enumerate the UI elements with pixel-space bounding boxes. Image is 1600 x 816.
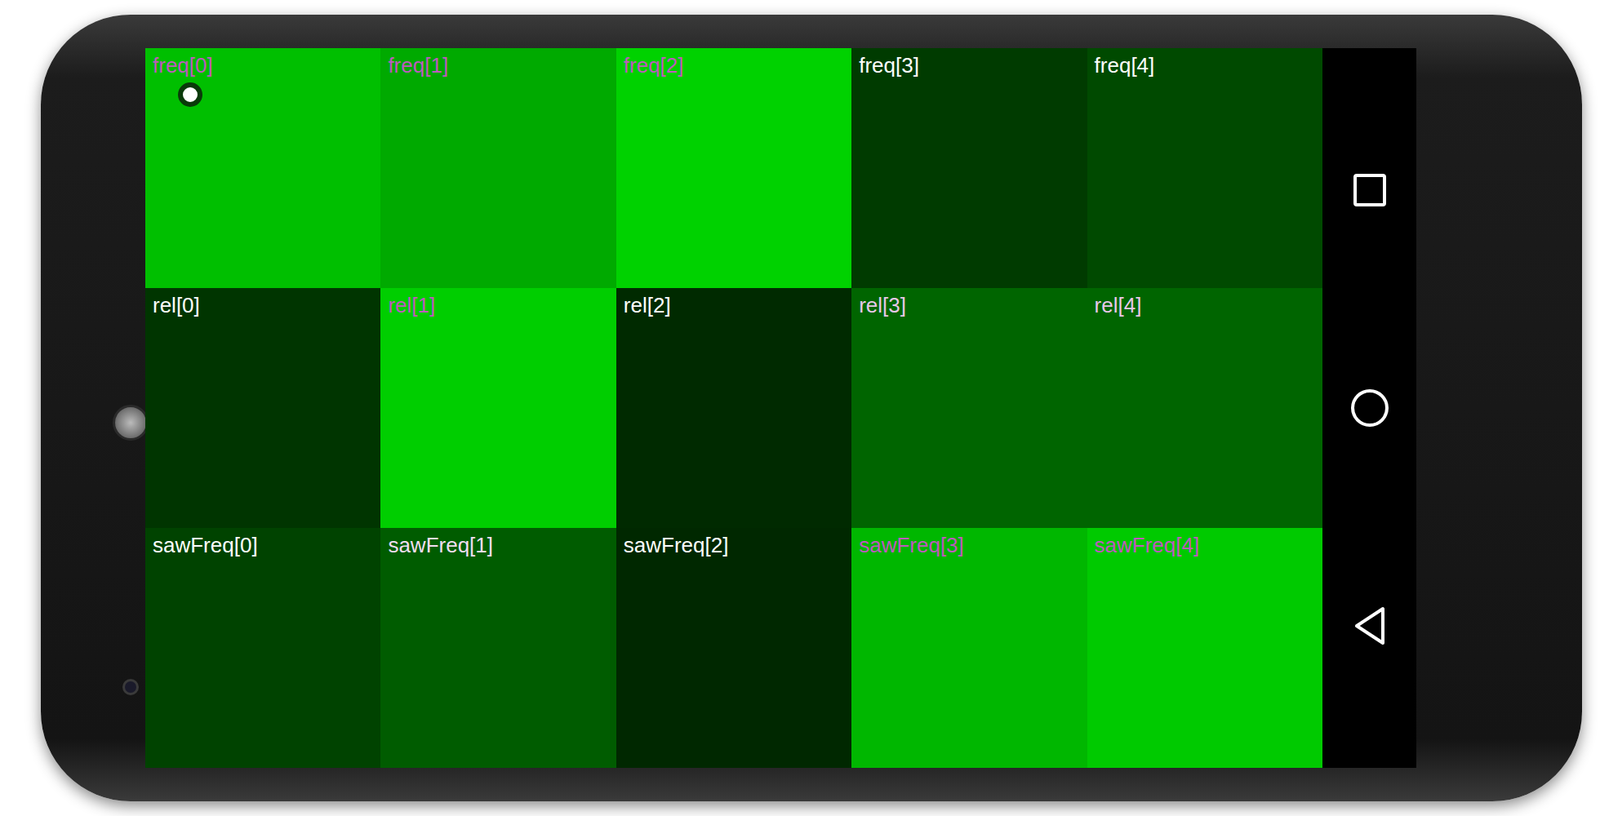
grid-cell[interactable]: freq[1] [380,48,616,289]
cell-label: rel[3] [858,293,907,318]
grid-cell[interactable]: sawFreq[4] [1087,528,1323,769]
cell-label: sawFreq[0] [152,533,258,558]
back-icon[interactable] [1341,597,1399,655]
touch-indicator [177,82,203,107]
grid-cell[interactable]: rel[4] [1087,288,1323,529]
grid-cell[interactable]: sawFreq[0] [145,528,381,769]
grid-cell[interactable]: rel[0] [145,288,381,529]
grid-cell[interactable]: rel[2] [616,288,852,529]
cell-label: sawFreq[4] [1094,533,1200,558]
recents-icon[interactable] [1341,161,1399,219]
grid-cell[interactable]: freq[4] [1087,48,1323,289]
cell-label: freq[2] [623,53,685,78]
screen: freq[0] freq[1] freq[2] freq[3] freq[4] rel[0… [145,48,1417,769]
grid-cell[interactable]: rel[1] [380,288,616,529]
cell-label: freq[3] [858,53,920,78]
home-icon[interactable] [1341,379,1399,437]
grid-cell[interactable]: sawFreq[2] [616,528,852,769]
cell-label: rel[4] [1094,293,1143,318]
cell-label: sawFreq[3] [858,533,965,558]
cell-label: sawFreq[1] [387,533,494,558]
phone-frame: freq[0] freq[1] freq[2] freq[3] freq[4] rel[0… [40,14,1583,802]
grid-cell[interactable]: sawFreq[1] [380,528,616,769]
front-camera [122,679,139,696]
cell-label: freq[0] [152,53,214,78]
navigation-bar [1322,48,1417,769]
control-grid: freq[0] freq[1] freq[2] freq[3] freq[4] rel[0… [145,48,1323,769]
cell-label: rel[2] [623,293,672,318]
grid-cell[interactable]: freq[0] [145,48,381,289]
grid-cell[interactable]: freq[2] [616,48,852,289]
cell-label: rel[0] [152,293,200,318]
cell-label: freq[1] [387,53,449,78]
cell-label: sawFreq[2] [623,533,729,558]
grid-cell[interactable]: freq[3] [851,48,1087,289]
cell-label: freq[4] [1094,53,1156,78]
cell-label: rel[1] [387,293,436,318]
grid-cell[interactable]: sawFreq[3] [851,528,1087,769]
grid-cell[interactable]: rel[3] [851,288,1087,529]
speaker-grille [112,404,149,441]
